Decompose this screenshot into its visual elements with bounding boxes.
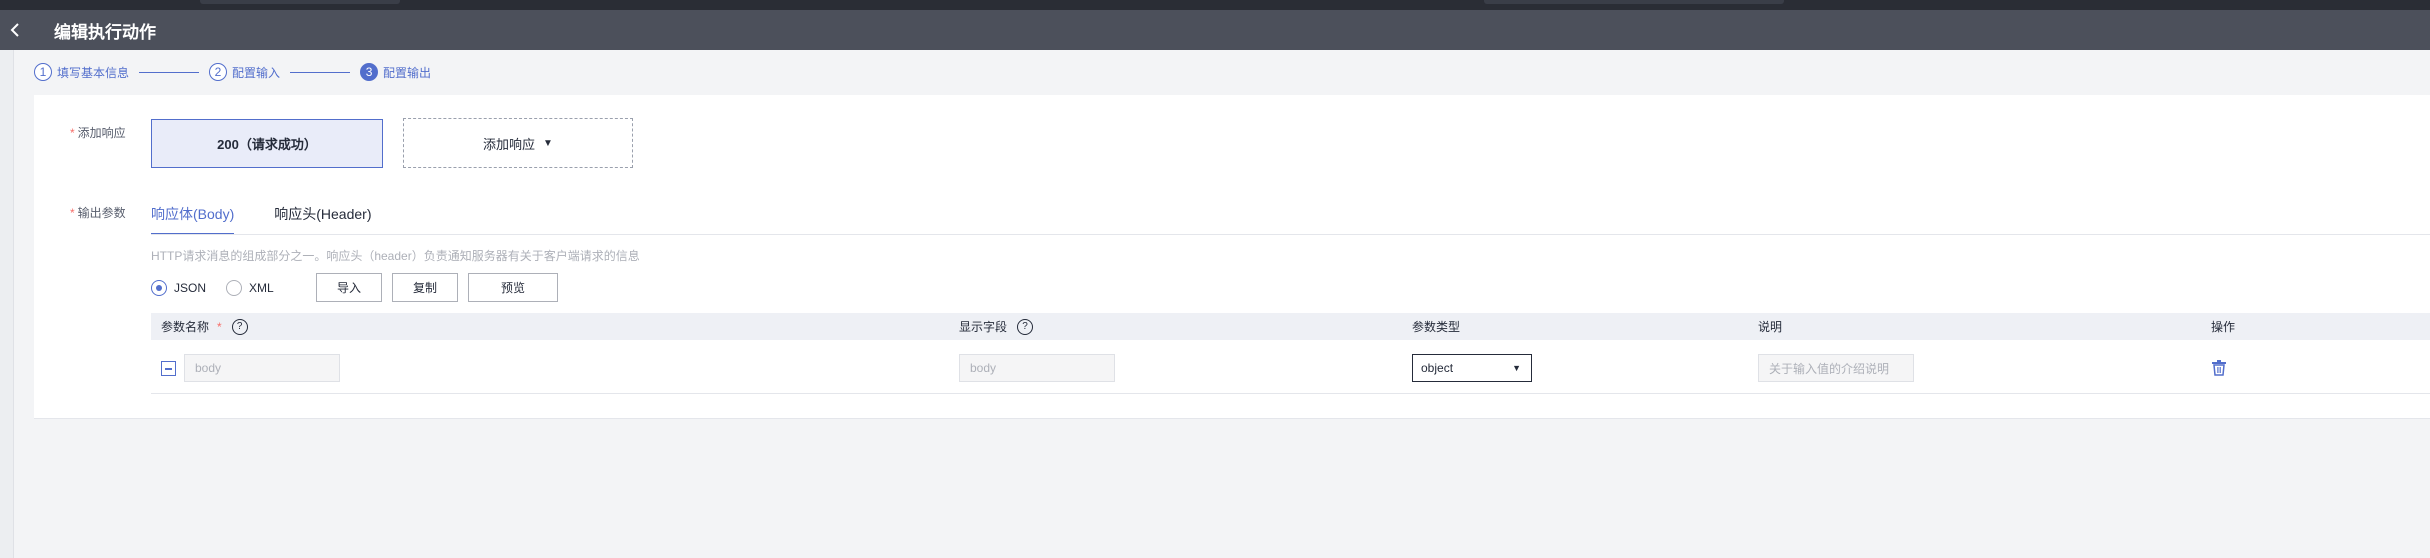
collapse-icon[interactable] bbox=[161, 361, 176, 376]
top-bar-tab bbox=[200, 0, 400, 4]
step-basic-info[interactable]: 1 填写基本信息 bbox=[34, 63, 129, 81]
radio-json[interactable]: JSON bbox=[151, 280, 206, 296]
radio-xml[interactable]: XML bbox=[226, 280, 274, 296]
col-display-field: 显示字段 ? bbox=[959, 313, 1034, 340]
radio-unchecked-icon bbox=[226, 280, 243, 296]
col-param-type: 参数类型 bbox=[1412, 320, 1461, 334]
col-description: 说明 bbox=[1758, 320, 1783, 334]
step-number: 3 bbox=[360, 63, 379, 81]
description-input[interactable]: 关于输入值的介绍说明 bbox=[1758, 354, 1914, 382]
step-connector bbox=[139, 71, 200, 73]
copy-button[interactable]: 复制 bbox=[392, 273, 458, 302]
param-name-input[interactable]: body bbox=[184, 354, 340, 382]
help-icon[interactable]: ? bbox=[231, 318, 248, 335]
caret-down-icon: ▼ bbox=[1512, 363, 1521, 373]
page-header: 编辑执行动作 bbox=[0, 10, 2430, 50]
body-hint-text: HTTP请求消息的组成部分之一。响应头（header）负责通知服务器有关于客户端… bbox=[151, 249, 640, 263]
table-row: body body object ▼ 关于输入值的介绍说明 bbox=[151, 340, 2430, 394]
step-configure-input[interactable]: 2 配置输入 bbox=[209, 63, 280, 81]
output-tabs: 响应体(Body) 响应头(Header) bbox=[151, 203, 411, 235]
step-indicator: 1 填写基本信息 2 配置输入 3 配置输出 bbox=[34, 62, 431, 82]
step-number: 2 bbox=[209, 63, 228, 81]
output-params-label: * 输出参数 bbox=[70, 206, 126, 220]
page-title: 编辑执行动作 bbox=[54, 22, 156, 42]
caret-down-icon: ▼ bbox=[543, 137, 553, 149]
radio-xml-label: XML bbox=[249, 281, 274, 295]
top-bar bbox=[0, 0, 2430, 10]
radio-checked-icon bbox=[151, 280, 167, 296]
step-label: 配置输出 bbox=[383, 65, 432, 80]
tab-response-body[interactable]: 响应体(Body) bbox=[151, 203, 235, 235]
chevron-left-icon[interactable] bbox=[0, 10, 30, 50]
response-200-button[interactable]: 200（请求成功） bbox=[151, 119, 383, 168]
radio-json-label: JSON bbox=[174, 281, 207, 295]
import-button[interactable]: 导入 bbox=[316, 273, 382, 302]
format-radio-group: JSON XML bbox=[151, 277, 294, 299]
display-field-input[interactable]: body bbox=[959, 354, 1115, 382]
add-response-dropdown[interactable]: 添加响应 ▼ bbox=[403, 118, 633, 168]
step-label: 填写基本信息 bbox=[57, 65, 130, 80]
step-label: 配置输入 bbox=[232, 65, 281, 80]
add-response-text: 添加响应 bbox=[483, 136, 536, 152]
tabs-divider bbox=[151, 234, 2430, 235]
delete-icon[interactable] bbox=[2211, 360, 2227, 376]
add-response-label: * 添加响应 bbox=[70, 126, 126, 140]
tab-response-header[interactable]: 响应头(Header) bbox=[274, 203, 371, 235]
required-mark: * bbox=[217, 319, 222, 334]
param-type-select[interactable]: object ▼ bbox=[1412, 354, 1532, 382]
param-type-value: object bbox=[1421, 361, 1454, 375]
top-bar-tab bbox=[1484, 0, 1784, 4]
preview-button[interactable]: 预览 bbox=[468, 273, 558, 302]
step-connector bbox=[290, 71, 351, 73]
col-param-name: 参数名称 * ? bbox=[161, 313, 248, 340]
step-configure-output[interactable]: 3 配置输出 bbox=[360, 63, 431, 81]
step-number: 1 bbox=[34, 63, 52, 81]
params-table-header: 参数名称 * ? 显示字段 ? 参数类型 说明 操作 bbox=[151, 313, 2430, 340]
left-side-strip bbox=[0, 50, 14, 558]
help-icon[interactable]: ? bbox=[1017, 318, 1034, 335]
col-action: 操作 bbox=[2211, 320, 2236, 334]
